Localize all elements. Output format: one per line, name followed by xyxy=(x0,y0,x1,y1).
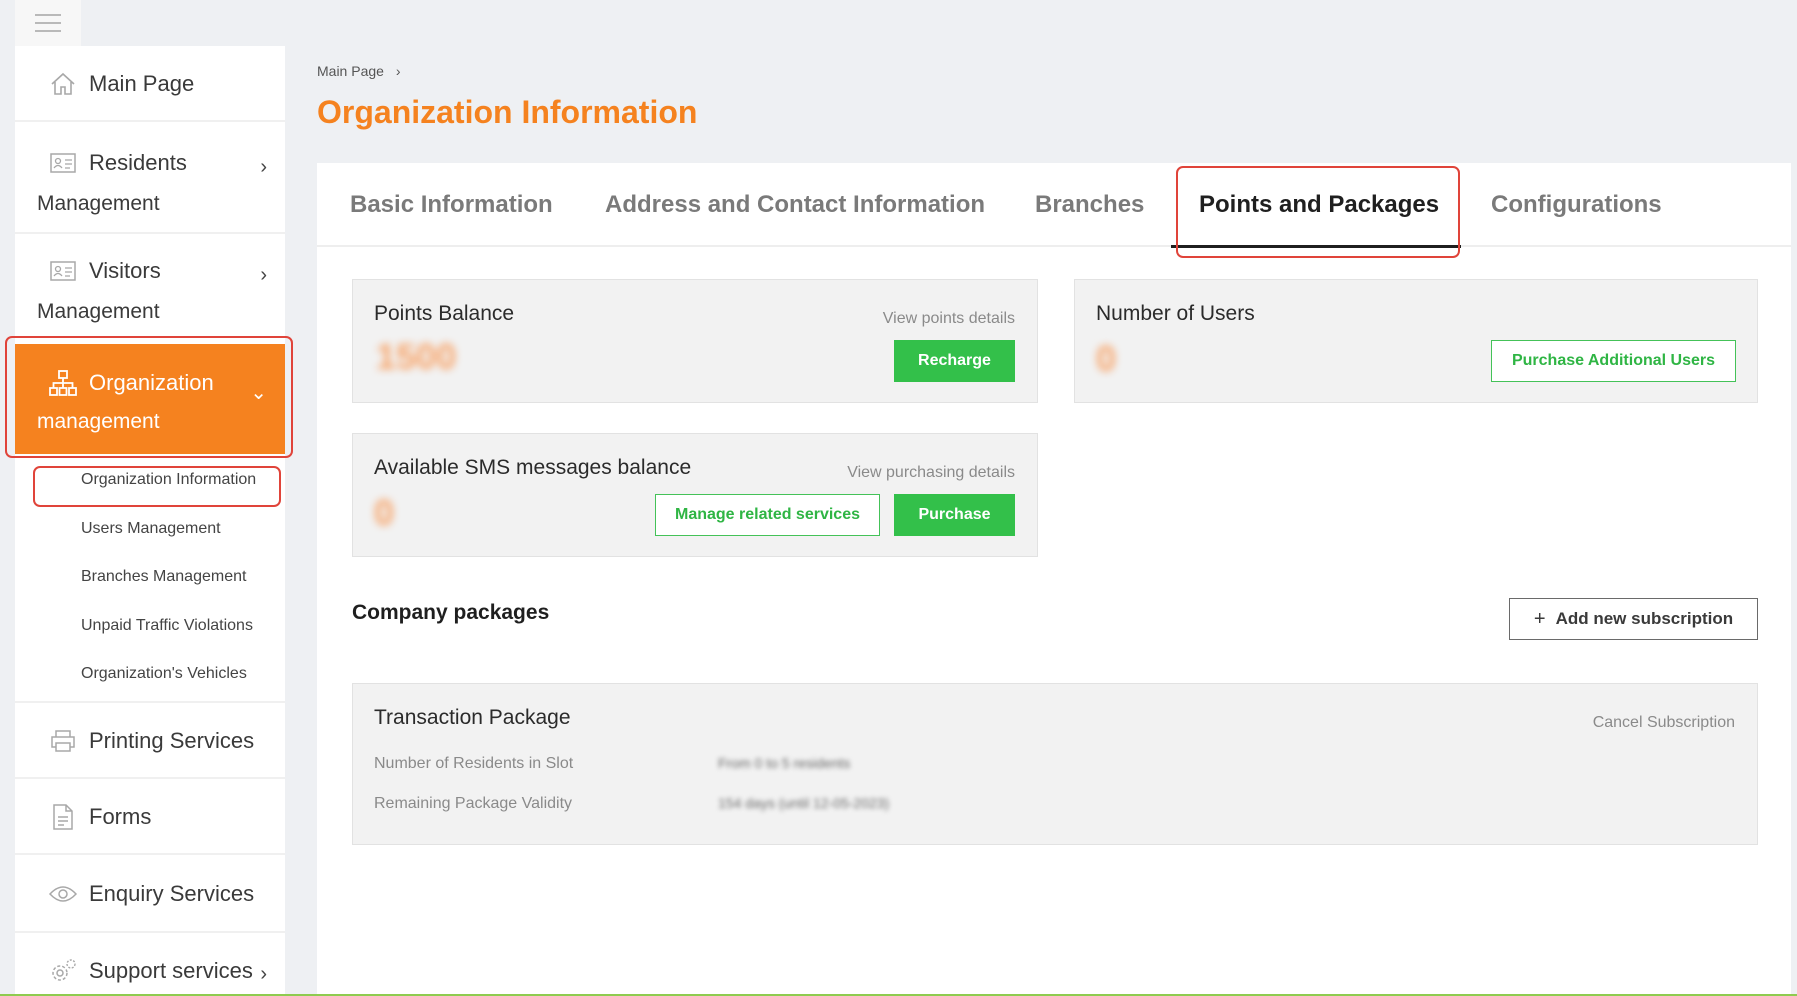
sidebar-item-label: Printing Services xyxy=(89,727,255,753)
points-balance-card: Points Balance View points details 1500 … xyxy=(352,279,1038,403)
points-balance-value: 1500 xyxy=(376,336,457,377)
package-title: Transaction Package xyxy=(374,706,571,729)
sidebar: Main Page Residents › Management Visitor… xyxy=(15,46,285,996)
sidebar-item-label: Residents xyxy=(89,150,187,175)
add-new-subscription-button[interactable]: + Add new subscription xyxy=(1509,598,1758,640)
tab-configurations[interactable]: Configurations xyxy=(1491,191,1662,219)
sms-balance-title: Available SMS messages balance xyxy=(374,456,692,479)
number-of-users-card: Number of Users 0 Purchase Additional Us… xyxy=(1074,279,1758,403)
tab-points-and-packages[interactable]: Points and Packages xyxy=(1199,191,1439,219)
sidebar-item-printing-services[interactable]: Printing Services xyxy=(15,703,285,779)
sidebar-item-label: Organization xyxy=(89,370,214,395)
sidebar-item-organization-management[interactable]: Organization ⌄ management xyxy=(15,344,285,454)
tab-branches[interactable]: Branches xyxy=(1035,191,1144,219)
chevron-right-icon: › xyxy=(260,962,267,985)
sidebar-item-support-services[interactable]: Support services › xyxy=(15,933,285,996)
package-row-label: Remaining Package Validity xyxy=(374,795,573,812)
home-icon xyxy=(49,70,77,98)
view-points-details-link[interactable]: View points details xyxy=(883,310,1015,328)
hamburger-icon xyxy=(35,11,61,35)
breadcrumb-separator-icon: › xyxy=(395,63,401,79)
sidebar-item-label: Visitors xyxy=(89,258,161,283)
number-of-users-value: 0 xyxy=(1096,338,1117,379)
subnav-item-unpaid-traffic-violations[interactable]: Unpaid Traffic Violations xyxy=(15,602,285,651)
sms-balance-value: 0 xyxy=(374,492,395,533)
transaction-package-card: Transaction Package Cancel Subscription … xyxy=(352,683,1758,845)
subnav-item-organizations-vehicles[interactable]: Organization's Vehicles xyxy=(15,650,285,699)
sidebar-item-label-line2: Management xyxy=(37,300,160,323)
sidebar-item-label: Main Page xyxy=(89,71,195,96)
sidebar-item-label-line2: management xyxy=(37,410,160,433)
cancel-subscription-link[interactable]: Cancel Subscription xyxy=(1593,714,1735,732)
breadcrumb: Main Page › xyxy=(317,63,401,79)
id-card-icon xyxy=(49,149,77,177)
package-row-value: 154 days (until 12-05-2023) xyxy=(718,795,890,811)
sidebar-item-residents-management[interactable]: Residents › Management xyxy=(15,122,285,234)
organization-subnav: Organization Information Users Managemen… xyxy=(15,454,285,703)
package-row-value: From 0 to 5 residents xyxy=(718,755,851,771)
id-card-icon xyxy=(49,257,77,285)
sms-balance-card: Available SMS messages balance View purc… xyxy=(352,433,1038,557)
eye-icon xyxy=(49,880,77,908)
breadcrumb-item-main-page[interactable]: Main Page xyxy=(317,63,384,79)
add-new-subscription-label: Add new subscription xyxy=(1555,609,1734,628)
org-chart-icon xyxy=(49,369,77,397)
sidebar-item-forms[interactable]: Forms xyxy=(15,779,285,855)
sidebar-item-label: Support services xyxy=(89,957,253,983)
view-purchasing-details-link[interactable]: View purchasing details xyxy=(847,464,1015,482)
chevron-right-icon: › xyxy=(260,264,267,286)
printer-icon xyxy=(49,727,77,755)
tab-basic-information[interactable]: Basic Information xyxy=(350,191,553,219)
hamburger-menu-button[interactable] xyxy=(15,0,81,46)
active-tab-indicator xyxy=(1171,245,1461,248)
gear-icon xyxy=(49,957,77,985)
tab-bar: Basic Information Address and Contact In… xyxy=(317,163,1791,248)
manage-related-services-button[interactable]: Manage related services xyxy=(655,494,880,536)
document-icon xyxy=(49,803,77,831)
tab-address-contact-information[interactable]: Address and Contact Information xyxy=(605,191,985,219)
subnav-item-branches-management[interactable]: Branches Management xyxy=(15,553,285,602)
company-packages-title: Company packages xyxy=(352,601,550,624)
package-row-label: Number of Residents in Slot xyxy=(374,755,574,772)
chevron-down-icon: ⌄ xyxy=(250,382,267,404)
subnav-item-organization-information[interactable]: Organization Information xyxy=(15,456,285,505)
sidebar-item-enquiry-services[interactable]: Enquiry Services xyxy=(15,855,285,933)
sidebar-item-label-line2: Management xyxy=(37,192,160,215)
chevron-right-icon: › xyxy=(260,156,267,178)
subnav-item-users-management[interactable]: Users Management xyxy=(15,505,285,554)
plus-icon: + xyxy=(1533,607,1546,630)
purchase-sms-button[interactable]: Purchase xyxy=(894,494,1015,536)
number-of-users-title: Number of Users xyxy=(1096,302,1255,325)
sidebar-item-label: Enquiry Services xyxy=(89,880,255,906)
sidebar-item-visitors-management[interactable]: Visitors › Management xyxy=(15,234,285,338)
recharge-button[interactable]: Recharge xyxy=(894,340,1015,382)
sidebar-item-label: Forms xyxy=(89,803,152,829)
sidebar-item-main-page[interactable]: Main Page xyxy=(15,46,285,122)
purchase-additional-users-button[interactable]: Purchase Additional Users xyxy=(1491,340,1736,382)
main-panel: Basic Information Address and Contact In… xyxy=(317,163,1791,996)
points-balance-title: Points Balance xyxy=(374,302,515,325)
page-title: Organization Information xyxy=(317,94,698,130)
